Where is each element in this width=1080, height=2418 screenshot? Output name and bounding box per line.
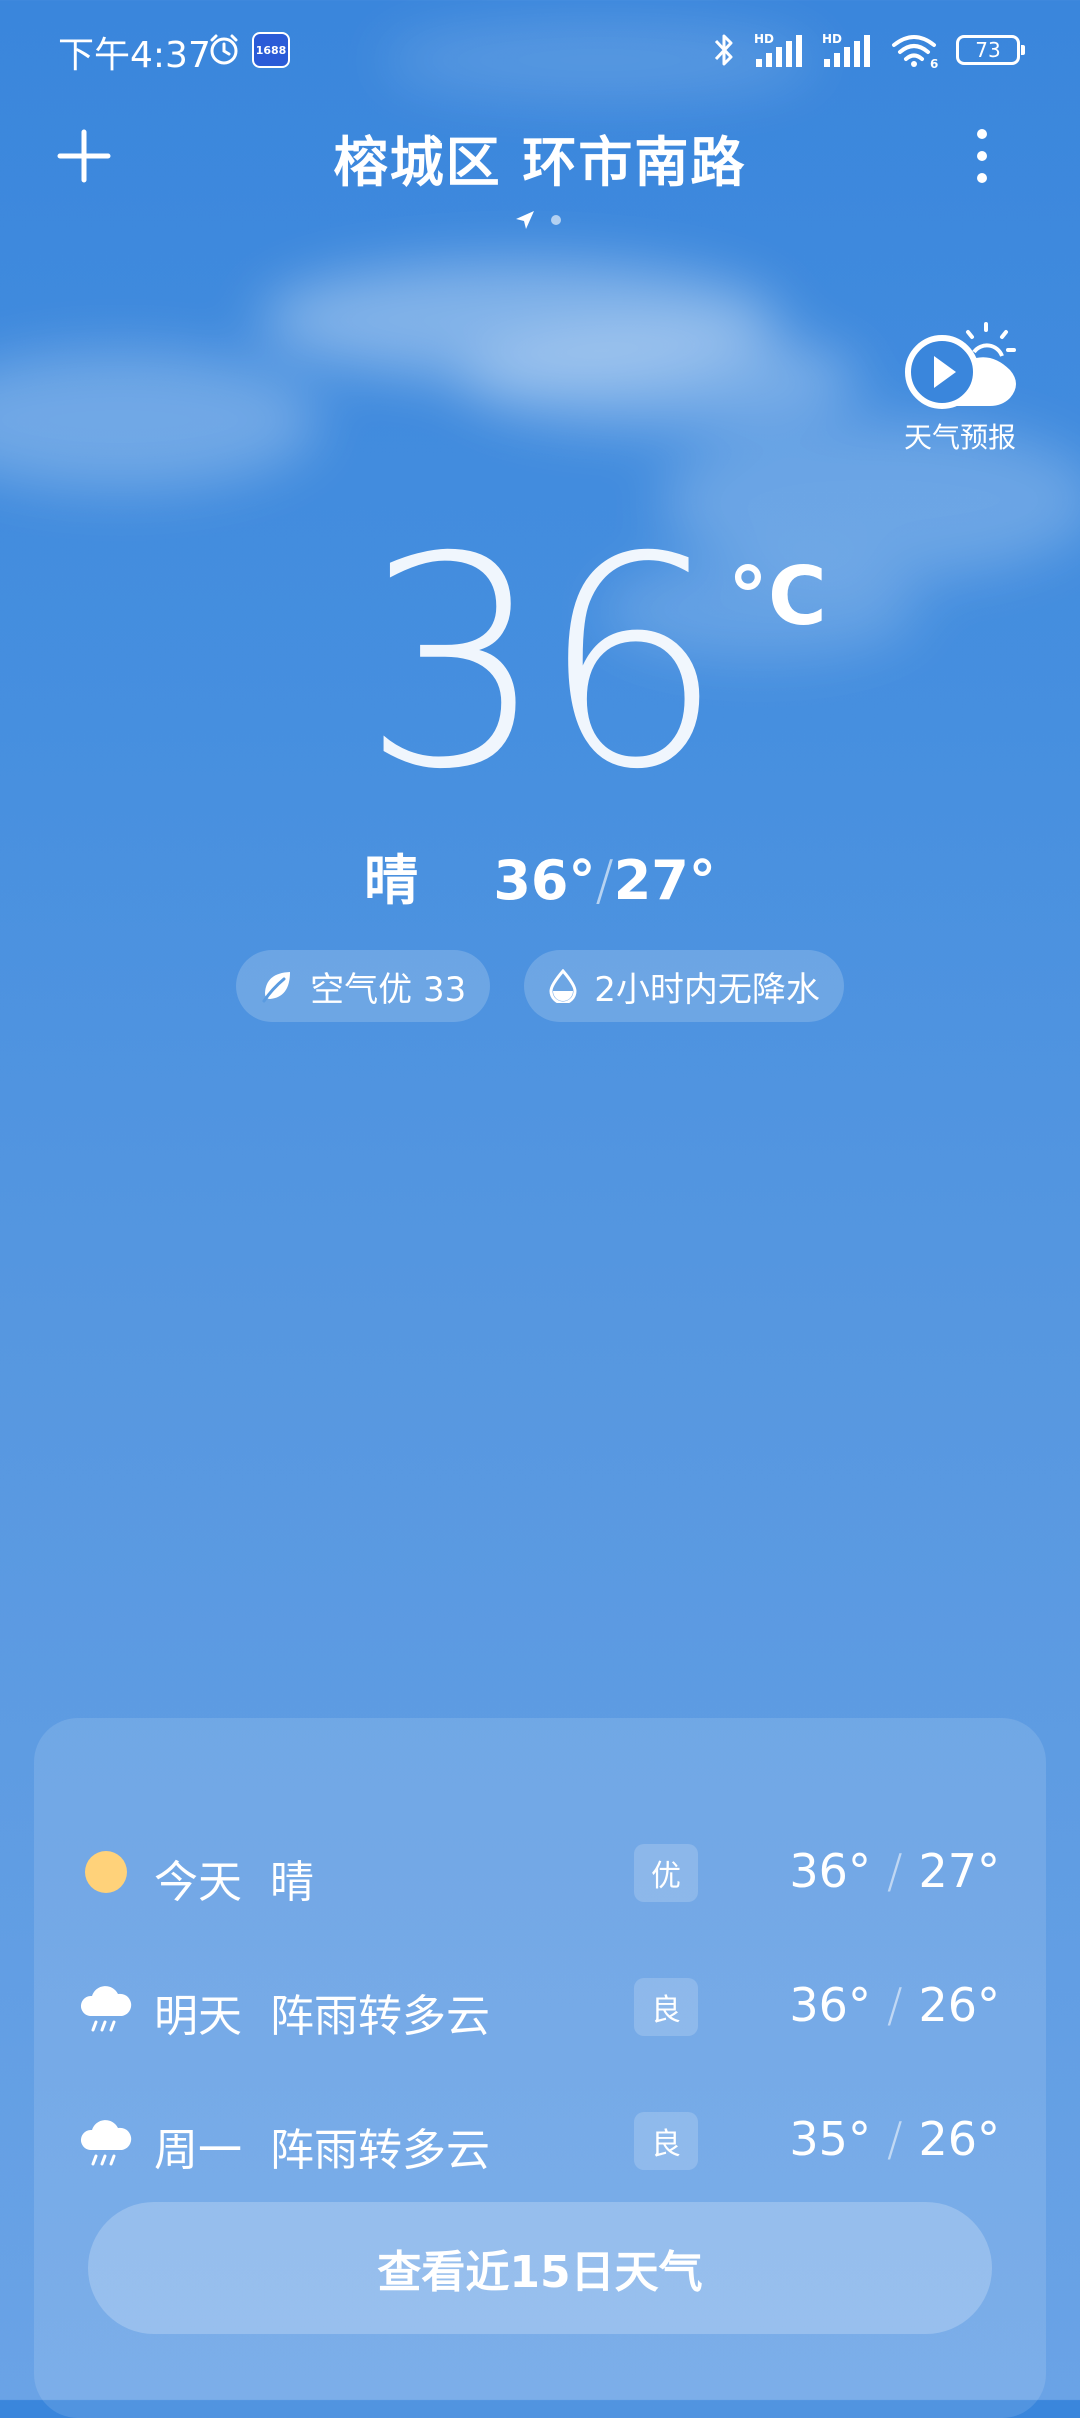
page-indicator	[514, 208, 574, 232]
forecast-high: 35°	[789, 2112, 871, 2166]
forecast-temps: 36° / 27°	[789, 1844, 1000, 1898]
forecast-day-condition: 周一 阵雨转多云	[154, 2114, 490, 2178]
air-quality-chip[interactable]: 空气优 33	[236, 950, 491, 1022]
temperature-unit: °C	[728, 550, 827, 643]
forecast-condition: 阵雨转多云	[270, 2125, 490, 2176]
wifi-label: 6	[930, 57, 938, 69]
forecast-day: 明天	[154, 1991, 242, 2042]
status-indicators: HD HD 6 73	[712, 28, 1025, 72]
current-high: 36°	[493, 849, 596, 912]
forecast-high: 36°	[789, 1978, 871, 2032]
signal-hd-label-2: HD	[822, 32, 842, 46]
wifi-icon: 6	[892, 35, 938, 69]
alarm-icon	[210, 34, 238, 65]
forecast-row-today[interactable]: 今天晴 优 36° / 27°	[34, 1822, 1046, 1922]
bluetooth-icon	[714, 34, 733, 66]
forecast-row-tomorrow[interactable]: 明天 阵雨转多云 良 36° / 26°	[34, 1956, 1046, 2056]
forecast-low: 26°	[918, 2112, 1000, 2166]
current-condition-summary: 晴 36°/27°	[290, 836, 790, 915]
water-drop-icon	[549, 969, 577, 1003]
precipitation-chip[interactable]: 2小时内无降水	[524, 950, 844, 1022]
forecast-day-condition: 明天 阵雨转多云	[154, 1980, 490, 2044]
rain-cloud-icon	[80, 2120, 132, 2166]
aqi-badge: 良	[634, 1978, 698, 2036]
aqi-badge: 良	[634, 2112, 698, 2170]
page-dot-icon	[551, 215, 561, 225]
signal-icon: HD	[754, 32, 802, 67]
status-bar: 下午4:37 1688 HD HD 6 73	[0, 0, 1080, 100]
air-quality-text: 空气优 33	[310, 969, 467, 1010]
fifteen-day-forecast-button[interactable]: 查看近15日天气	[88, 2202, 992, 2334]
aqi-badge: 优	[634, 1844, 698, 1902]
current-low: 27°	[613, 849, 716, 912]
precipitation-text: 2小时内无降水	[594, 969, 820, 1010]
rain-cloud-icon	[80, 1986, 132, 2032]
forecast-day: 今天	[154, 1857, 242, 1908]
forecast-temps: 36° / 26°	[789, 1978, 1000, 2032]
current-temperature: 36	[361, 496, 724, 833]
signal-icon-2: HD	[822, 32, 870, 67]
forecast-low: 26°	[918, 1978, 1000, 2032]
weather-forecast-video-button[interactable]: 天气预报	[888, 318, 1032, 460]
current-condition: 晴	[364, 849, 419, 912]
forecast-temps: 35° / 26°	[789, 2112, 1000, 2166]
forecast-condition: 阵雨转多云	[270, 1991, 490, 2042]
app-notification-icon: 1688	[252, 32, 290, 68]
status-time: 下午4:37	[58, 35, 211, 76]
battery-indicator: 73	[956, 35, 1025, 65]
forecast-day-condition: 今天晴	[154, 1846, 314, 1910]
forecast-low: 27°	[918, 1844, 1000, 1898]
signal-hd-label: HD	[754, 32, 774, 46]
location-arrow-icon	[516, 211, 534, 229]
weather-chips: 空气优 33 2小时内无降水	[0, 950, 1080, 1022]
forecast-high: 36°	[789, 1844, 871, 1898]
add-city-button[interactable]	[54, 126, 114, 186]
forecast-condition: 晴	[270, 1857, 314, 1908]
forecast-temp-separator: /	[886, 1844, 903, 1898]
leaf-icon	[262, 972, 291, 1003]
forecast-temp-separator: /	[886, 1978, 903, 2032]
sun-icon	[85, 1851, 127, 1893]
location-title: 榕城区 环市南路	[333, 131, 747, 194]
forecast-row-monday[interactable]: 周一 阵雨转多云 良 35° / 26°	[34, 2090, 1046, 2190]
weather-forecast-label: 天气预报	[903, 421, 1016, 454]
forecast-day: 周一	[154, 2125, 242, 2176]
more-options-button[interactable]	[958, 124, 1006, 188]
forecast-card: 今天晴 优 36°/27° 明天 阵雨转多云 良 36°/26° 周一 阵雨转多云 …	[34, 1718, 1046, 2418]
play-cloud-icon	[905, 322, 1016, 409]
forecast-temp-separator: /	[886, 2112, 903, 2166]
temp-separator: /	[595, 849, 614, 912]
